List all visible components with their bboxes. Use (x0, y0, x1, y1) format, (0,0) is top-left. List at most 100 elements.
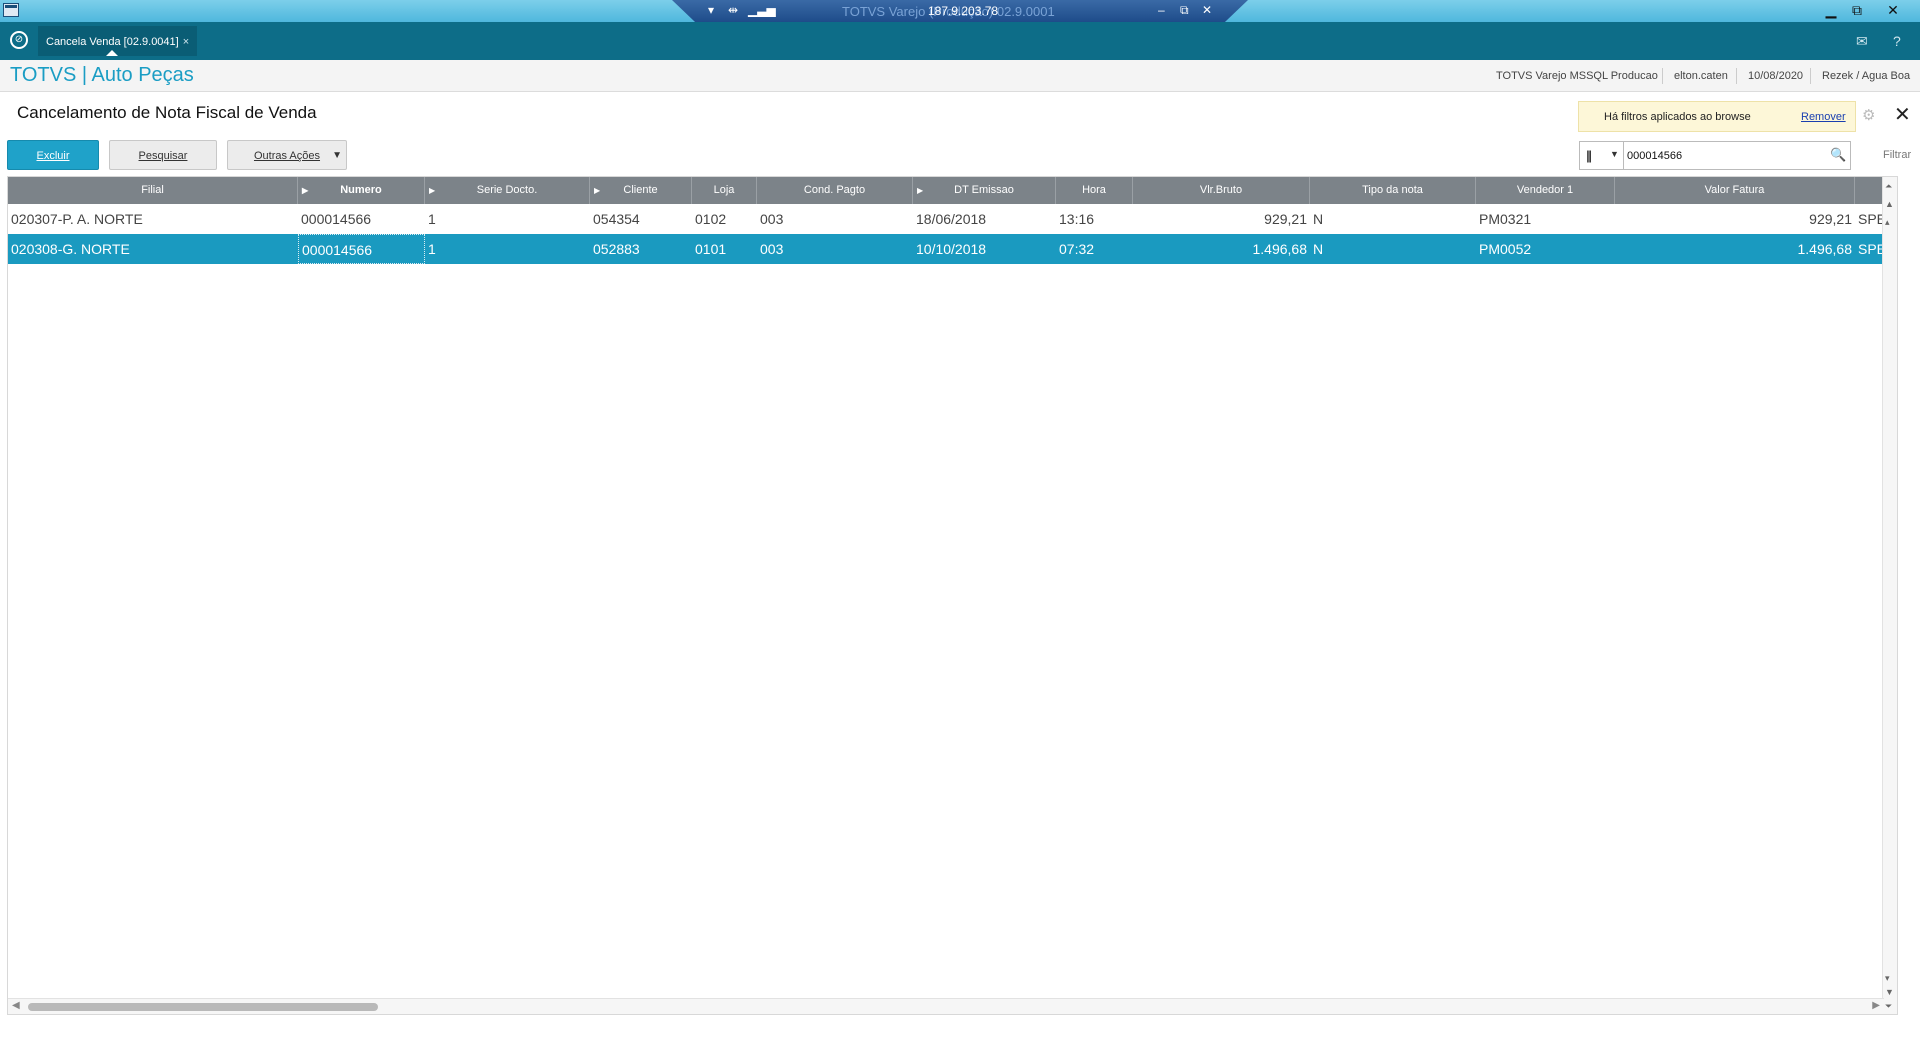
scroll-right-icon[interactable]: ▶ (1872, 1000, 1880, 1011)
filtrar-link[interactable]: Filtrar (1883, 149, 1911, 161)
search-icon[interactable]: 🔍 (1830, 147, 1846, 163)
column-label: Cliente (623, 184, 658, 196)
pesquisar-label: Pesquisar (138, 150, 188, 162)
cell-hora: 07:32 (1059, 241, 1095, 257)
column-label: Serie Docto. (476, 184, 538, 196)
table-row-selected[interactable]: 020308-G. NORTE 000014566 1 052883 0101 … (8, 234, 1897, 264)
page-title: Cancelamento de Nota Fiscal de Venda (17, 103, 317, 122)
column-header-valor-fatura[interactable]: Valor Fatura (1615, 177, 1855, 204)
dropdown-icon[interactable]: ▾ (708, 3, 714, 17)
pin-icon[interactable]: ⇹ (728, 3, 738, 17)
remote-restore-icon[interactable]: ⧉ (1180, 3, 1189, 18)
scroll-up-icon[interactable]: ▲ (1885, 199, 1894, 209)
cell-hora: 13:16 (1059, 211, 1095, 227)
column-header-vlr-bruto[interactable]: Vlr.Bruto (1133, 177, 1310, 204)
column-label: DT Emissao (954, 184, 1014, 196)
cell-numero: 000014566 (301, 211, 372, 227)
mail-icon[interactable]: ✉ (1856, 33, 1868, 50)
scroll-down-icon[interactable]: ▾ (1885, 973, 1890, 984)
column-label: Loja (713, 184, 735, 196)
cell-cliente: 054354 (593, 211, 640, 227)
environment-info: TOTVS Varejo MSSQL Producao (1496, 70, 1658, 82)
column-header-numero[interactable]: ▶ Numero (298, 177, 425, 204)
sort-marker-icon: ▶ (302, 186, 309, 195)
cell-cliente: 052883 (593, 241, 640, 257)
cell-filial: 020307-P. A. NORTE (11, 211, 143, 227)
minimize-icon[interactable]: ▁ (1818, 0, 1844, 20)
company-info: Rezek / Agua Boa (1822, 70, 1911, 82)
cell-vendedor: PM0052 (1479, 241, 1532, 257)
cell-vlr-bruto: 929,21 (1264, 211, 1307, 227)
window-system-icon[interactable] (3, 3, 19, 17)
brand-title: TOTVS | Auto Peças (10, 64, 194, 86)
scroll-thumb[interactable] (28, 1003, 378, 1011)
gear-icon[interactable]: ⚙ (1862, 106, 1875, 124)
remote-connection-bar: ▾ ⇹ ▁▃▅ TOTVS Varejo (Produção) 02.9.000… (672, 0, 1248, 22)
column-label: Hora (1082, 184, 1106, 196)
filter-notice-text: Há filtros aplicados ao browse (1604, 111, 1751, 123)
column-header-serie[interactable]: ▶ Serie Docto. (425, 177, 590, 204)
close-icon[interactable]: ✕ (1894, 102, 1911, 127)
column-header-dt-emissao[interactable]: ▶ DT Emissao (913, 177, 1056, 204)
outras-acoes-button[interactable]: Outras Ações ▼ (227, 140, 347, 170)
excluir-label: Excluir (36, 150, 70, 162)
remove-filter-link[interactable]: Remover (1801, 111, 1846, 123)
cell-dt-emissao: 10/10/2018 (916, 241, 987, 257)
home-icon[interactable]: ⊘ (10, 31, 28, 49)
scroll-down-icon[interactable]: ▼ (1885, 987, 1894, 997)
horizontal-scrollbar[interactable]: ◀ ▶ (8, 998, 1884, 1014)
cell-cond-pagto: 003 (760, 241, 784, 257)
cell-loja: 0102 (695, 211, 727, 227)
column-label: Filial (141, 184, 164, 196)
close-window-icon[interactable]: ✕ (1880, 0, 1906, 20)
cell-cond-pagto: 003 (760, 211, 784, 227)
scroll-up-icon[interactable]: ▴ (1885, 217, 1890, 228)
cell-vlr-bruto: 1.496,68 (1252, 241, 1308, 257)
column-header-tipo-nota[interactable]: Tipo da nota (1310, 177, 1476, 204)
cell-valor-fatura: 929,21 (1809, 211, 1852, 227)
column-header-cond-pagto[interactable]: Cond. Pagto (757, 177, 913, 204)
remote-minimize-icon[interactable]: – (1158, 3, 1165, 17)
columns-icon[interactable]: ||| (1586, 148, 1592, 163)
column-header-cliente[interactable]: ▶ Cliente (590, 177, 692, 204)
cell-tipo-nota: N (1313, 241, 1324, 257)
restore-icon[interactable]: ⧉ (1844, 0, 1870, 20)
column-header-loja[interactable]: Loja (692, 177, 757, 204)
table-row[interactable]: 020307-P. A. NORTE 000014566 1 054354 01… (8, 204, 1897, 234)
cell-serie: 1 (428, 241, 436, 257)
scroll-left-icon[interactable]: ◀ (12, 1000, 20, 1011)
vertical-scrollbar[interactable]: ⏶ ▲ ▴ ▾ ▼ ⏷ (1882, 177, 1897, 1014)
cell-vendedor: PM0321 (1479, 211, 1532, 227)
cell-valor-fatura: 1.496,68 (1797, 241, 1853, 257)
sort-marker-icon: ▶ (429, 186, 436, 195)
column-header-vendedor[interactable]: Vendedor 1 (1476, 177, 1615, 204)
column-header-hora[interactable]: Hora (1056, 177, 1133, 204)
sub-header: TOTVS | Auto Peças TOTVS Varejo MSSQL Pr… (0, 60, 1920, 92)
tab-cancela-venda[interactable]: Cancela Venda [02.9.0041] × (38, 26, 198, 56)
cell-dt-emissao: 18/06/2018 (916, 211, 987, 227)
column-label: Valor Fatura (1704, 184, 1765, 196)
date-info: 10/08/2020 (1748, 70, 1804, 82)
sort-marker-icon: ▶ (917, 186, 924, 195)
cell-numero: 000014566 (298, 234, 425, 264)
column-label: Tipo da nota (1362, 184, 1423, 196)
column-label: Vlr.Bruto (1199, 184, 1243, 196)
excluir-button[interactable]: Excluir (7, 140, 99, 170)
chevron-down-icon: ▼ (332, 150, 342, 161)
search-box: ||| ▼ 🔍 (1579, 141, 1851, 170)
divider (1736, 68, 1737, 84)
filter-notice: Há filtros aplicados ao browse Remover (1578, 101, 1856, 132)
scroll-top-icon[interactable]: ⏶ (1885, 181, 1892, 192)
chevron-down-icon[interactable]: ▼ (1610, 149, 1619, 159)
scroll-bottom-icon[interactable]: ⏷ (1885, 1001, 1892, 1012)
data-grid: Filial ▶ Numero ▶ Serie Docto. ▶ Cliente Lo… (7, 176, 1898, 1015)
column-label: Numero (340, 184, 382, 196)
help-icon[interactable]: ? (1893, 33, 1901, 49)
search-input[interactable] (1627, 146, 1817, 165)
pesquisar-button[interactable]: Pesquisar (109, 140, 217, 170)
remote-close-icon[interactable]: ✕ (1202, 3, 1212, 17)
column-label: Vendedor 1 (1516, 184, 1574, 196)
tab-close-icon[interactable]: × (183, 36, 189, 48)
divider (1810, 68, 1811, 84)
column-header-filial[interactable]: Filial (8, 177, 298, 204)
